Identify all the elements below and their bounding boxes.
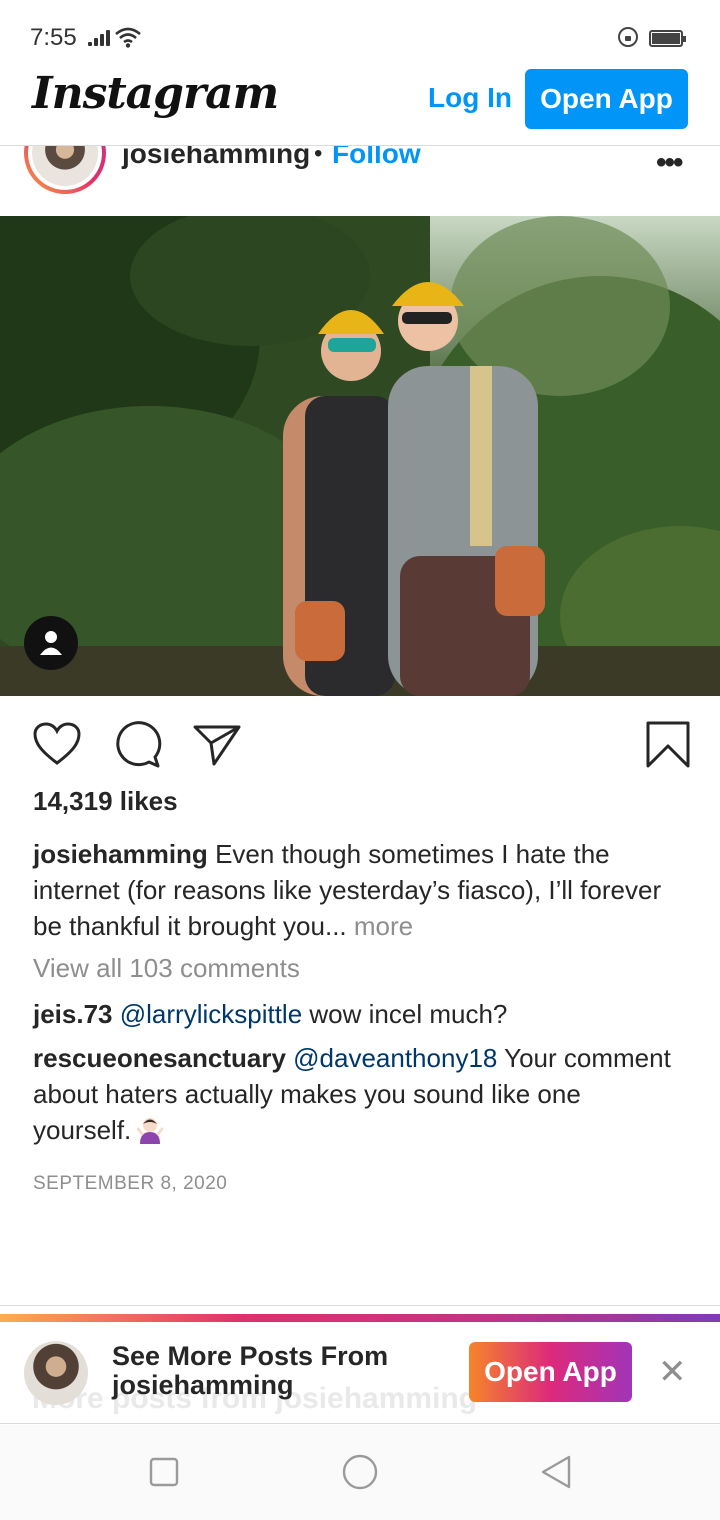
follow-button[interactable]: Follow [332,146,421,170]
caption-more-link[interactable]: more [354,911,413,941]
caption-username[interactable]: josiehamming [33,839,208,869]
banner-avatar[interactable] [24,1341,88,1405]
banner-title-line2: josiehamming [112,1370,294,1400]
comment: rescueonesanctuary @daveanthony18 Your c… [33,1040,683,1148]
banner-title: See More Posts From josiehamming [112,1342,442,1400]
comment-mention[interactable]: @larrylickspittle [120,999,302,1029]
bookmark-icon[interactable] [645,720,691,770]
screen-lock-icon [618,27,638,47]
comment-text: wow incel much? [309,999,508,1029]
shrug-emoji-icon [137,1118,164,1144]
status-bar: 7:55 [0,0,720,64]
signal-icon [88,30,110,46]
separator-dot: • [314,146,323,167]
instagram-logo[interactable]: Instagram [32,68,279,119]
top-bar: Instagram Log In Open App [0,64,720,146]
post-header: josiehamming • Follow ••• [0,146,720,216]
divider [0,1305,720,1306]
post-caption: josiehamming Even though sometimes I hat… [33,836,683,944]
user-tags-button[interactable] [24,616,78,670]
post-photo[interactable] [0,216,720,696]
zipline-photo [0,216,720,696]
comment-mention[interactable]: @daveanthony18 [293,1043,497,1073]
system-nav-bar [0,1425,720,1520]
view-all-comments-link[interactable]: View all 103 comments [33,953,300,984]
open-app-button[interactable]: Open App [525,69,688,129]
comment-username[interactable]: rescueonesanctuary [33,1043,286,1073]
post-username[interactable]: josiehamming [122,146,310,170]
recent-apps-icon[interactable] [149,1457,179,1487]
back-icon[interactable] [539,1454,573,1490]
home-icon[interactable] [341,1453,379,1491]
likes-count[interactable]: 14,319 likes [33,786,178,817]
close-icon[interactable]: ✕ [658,1352,687,1392]
battery-icon [649,30,686,47]
wifi-icon [115,27,141,48]
share-icon[interactable] [192,723,242,767]
banner-gradient-strip [0,1314,720,1322]
see-more-banner: More posts from josiehamming See More Po… [0,1322,720,1424]
banner-open-app-button[interactable]: Open App [469,1342,632,1402]
heart-icon[interactable] [32,721,82,767]
banner-title-line1: See More Posts From [112,1341,389,1371]
login-link[interactable]: Log In [428,82,512,114]
comment-icon[interactable] [112,721,162,769]
user-icon [40,631,62,655]
profile-avatar[interactable] [24,146,106,194]
status-time: 7:55 [30,24,77,51]
more-options-icon[interactable]: ••• [656,146,683,180]
post-date: SEPTEMBER 8, 2020 [33,1173,228,1194]
comment: jeis.73 @larrylickspittle wow incel much… [33,996,683,1032]
comment-username[interactable]: jeis.73 [33,999,113,1029]
